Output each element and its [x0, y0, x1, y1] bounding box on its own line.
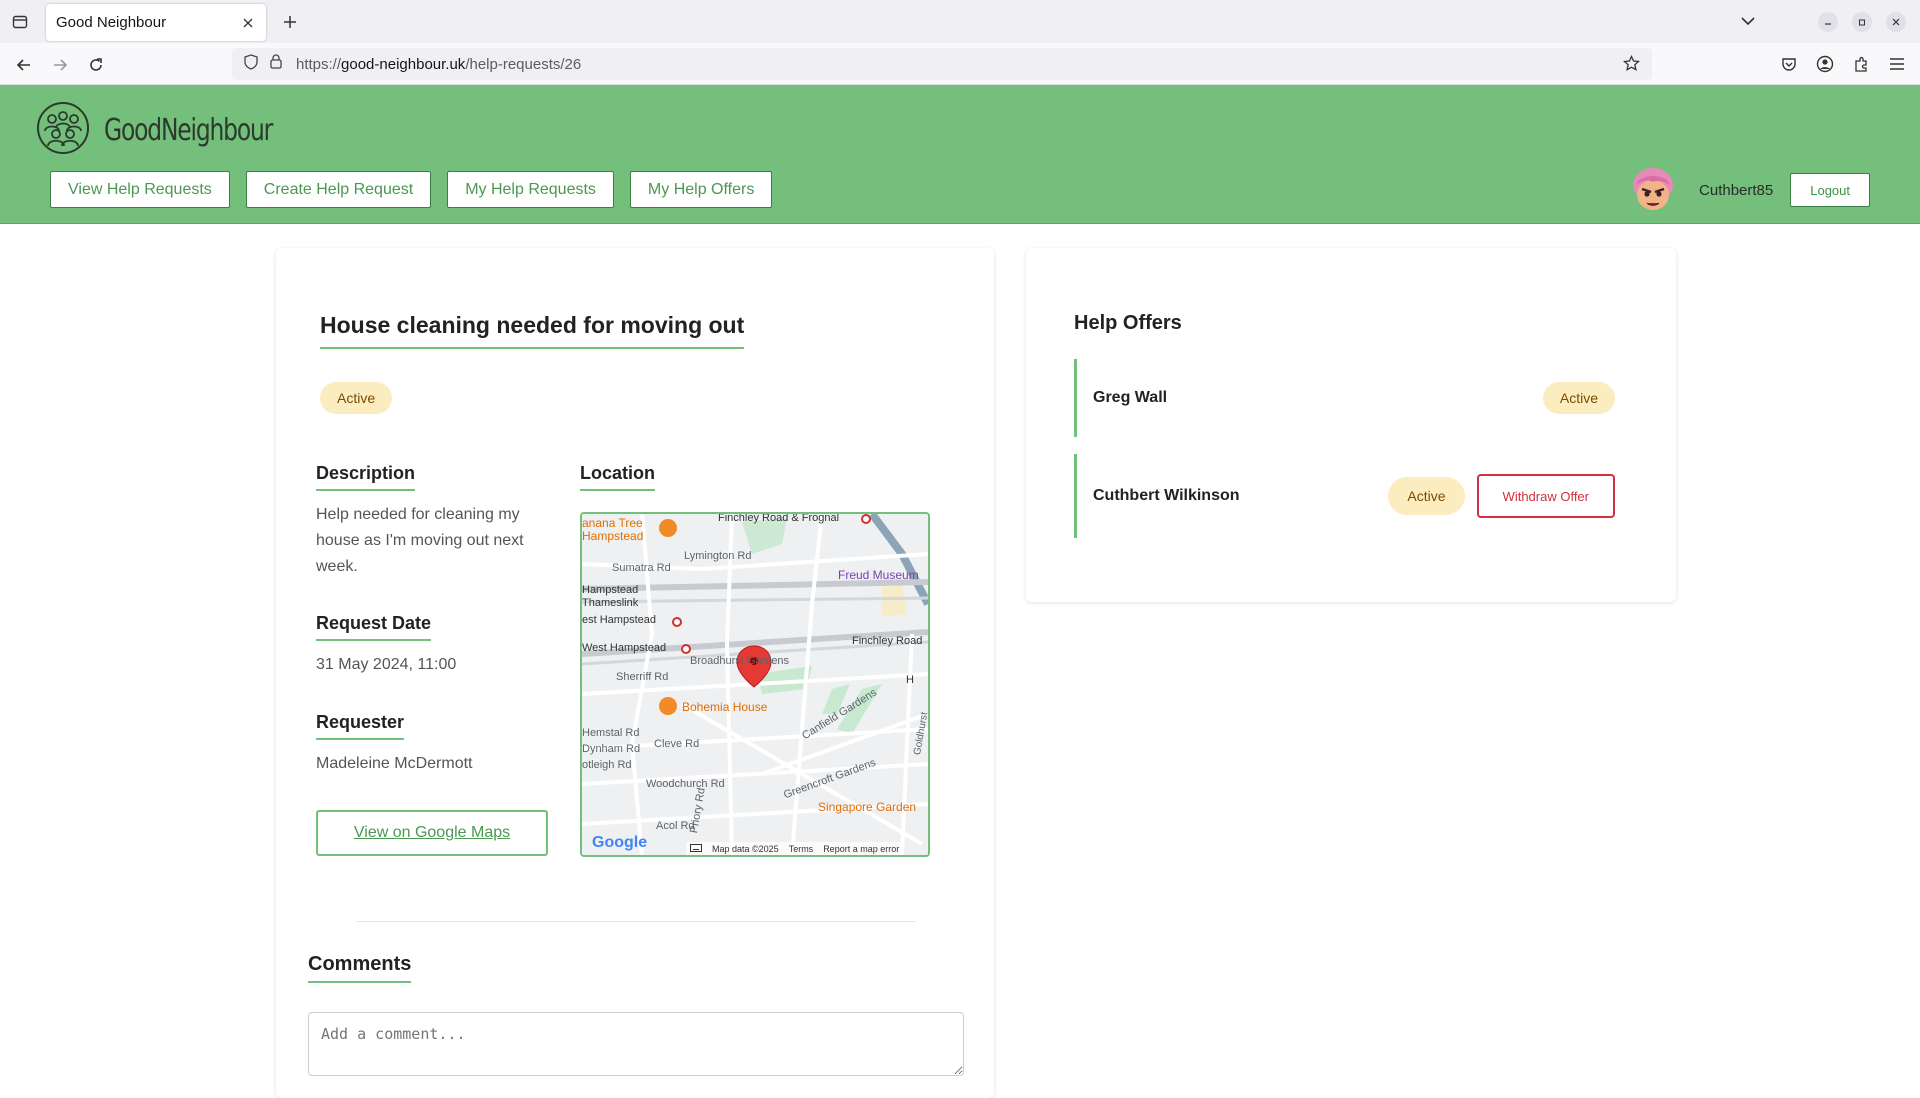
- description-heading: Description: [316, 463, 416, 491]
- username: Cuthbert85: [1699, 181, 1774, 199]
- location-heading: Location: [580, 463, 655, 491]
- comments-heading: Comments: [308, 953, 412, 983]
- requester-heading: Requester: [316, 712, 405, 740]
- close-icon[interactable]: [240, 15, 256, 31]
- new-tab-icon[interactable]: [280, 12, 300, 32]
- offer-item: Greg Wall Active: [1074, 359, 1615, 437]
- tab-list-icon[interactable]: [9, 11, 31, 33]
- avatar[interactable]: [1626, 163, 1681, 217]
- offer-status-badge: Active: [1388, 477, 1465, 515]
- logo-text: GoodNeighbour: [104, 113, 273, 148]
- window-close-icon[interactable]: [1886, 11, 1906, 32]
- main-nav: View Help Requests Create Help Request M…: [50, 171, 773, 208]
- requester-name: Madeleine McDermott: [316, 755, 473, 772]
- location-map[interactable]: anana Tree Hampstead Finchley Road & Fro…: [580, 512, 930, 857]
- neighbours-logo-icon: [36, 101, 90, 160]
- nav-view-help-requests[interactable]: View Help Requests: [50, 171, 230, 208]
- extensions-icon[interactable]: [1850, 53, 1872, 75]
- help-offers-heading: Help Offers: [1074, 312, 1182, 334]
- reload-icon[interactable]: [84, 53, 108, 77]
- lock-icon[interactable]: [270, 54, 282, 74]
- google-logo: Google: [592, 834, 648, 851]
- request-title: House cleaning needed for moving out: [320, 312, 745, 349]
- site-logo[interactable]: GoodNeighbour: [36, 101, 320, 160]
- pocket-icon[interactable]: [1778, 53, 1800, 75]
- offer-name: Greg Wall: [1093, 389, 1168, 406]
- map-data-attribution: Map data ©2025: [712, 843, 779, 854]
- comment-input[interactable]: [308, 1012, 964, 1076]
- offer-status-badge: Active: [1542, 382, 1615, 414]
- request-date: 31 May 2024, 11:00: [316, 656, 457, 673]
- withdraw-offer-button[interactable]: Withdraw Offer: [1476, 474, 1615, 518]
- account-icon[interactable]: [1814, 53, 1836, 75]
- address-bar[interactable]: https://good-neighbour.uk/help-requests/…: [232, 48, 1652, 80]
- offer-name: Cuthbert Wilkinson: [1093, 487, 1240, 504]
- description-text: Help needed for cleaning my house as I'm…: [316, 506, 524, 575]
- help-request-card: House cleaning needed for moving out Act…: [276, 248, 994, 1098]
- url-text: https://good-neighbour.uk/help-requests/…: [296, 55, 582, 73]
- keyboard-icon[interactable]: [690, 843, 702, 854]
- tab-overflow-icon[interactable]: [1738, 12, 1758, 32]
- back-icon[interactable]: [12, 53, 36, 77]
- tracking-shield-icon[interactable]: [244, 53, 258, 75]
- logout-button[interactable]: Logout: [1790, 173, 1870, 207]
- tab-title: Good Neighbour: [56, 14, 167, 31]
- forward-icon[interactable]: [48, 53, 72, 77]
- bookmark-star-icon[interactable]: [1622, 54, 1641, 77]
- request-date-heading: Request Date: [316, 613, 432, 641]
- menu-icon[interactable]: [1886, 53, 1908, 75]
- browser-tab[interactable]: Good Neighbour: [46, 4, 266, 41]
- restore-icon[interactable]: [1852, 11, 1872, 32]
- site-header: GoodNeighbour View Help Requests Create …: [0, 85, 1920, 224]
- browser-tab-bar: Good Neighbour: [0, 0, 1920, 43]
- minimize-icon[interactable]: [1818, 11, 1838, 32]
- nav-create-help-request[interactable]: Create Help Request: [245, 171, 432, 208]
- request-status-badge: Active: [320, 382, 393, 414]
- map-terms-link[interactable]: Terms: [789, 844, 814, 854]
- offer-item: Cuthbert Wilkinson Active Withdraw Offer: [1074, 454, 1615, 538]
- section-divider: [356, 921, 916, 922]
- help-offers-card: Help Offers Greg Wall Active Cuthbert Wi…: [1026, 248, 1676, 602]
- map-canvas[interactable]: [582, 514, 928, 855]
- nav-my-help-offers[interactable]: My Help Offers: [629, 171, 773, 208]
- user-area: Cuthbert85 Logout: [1626, 163, 1870, 217]
- nav-my-help-requests[interactable]: My Help Requests: [447, 171, 614, 208]
- browser-nav-bar: https://good-neighbour.uk/help-requests/…: [0, 43, 1920, 85]
- report-map-error-link[interactable]: Report a map error: [823, 844, 899, 854]
- view-on-google-maps-button[interactable]: View on Google Maps: [316, 810, 548, 856]
